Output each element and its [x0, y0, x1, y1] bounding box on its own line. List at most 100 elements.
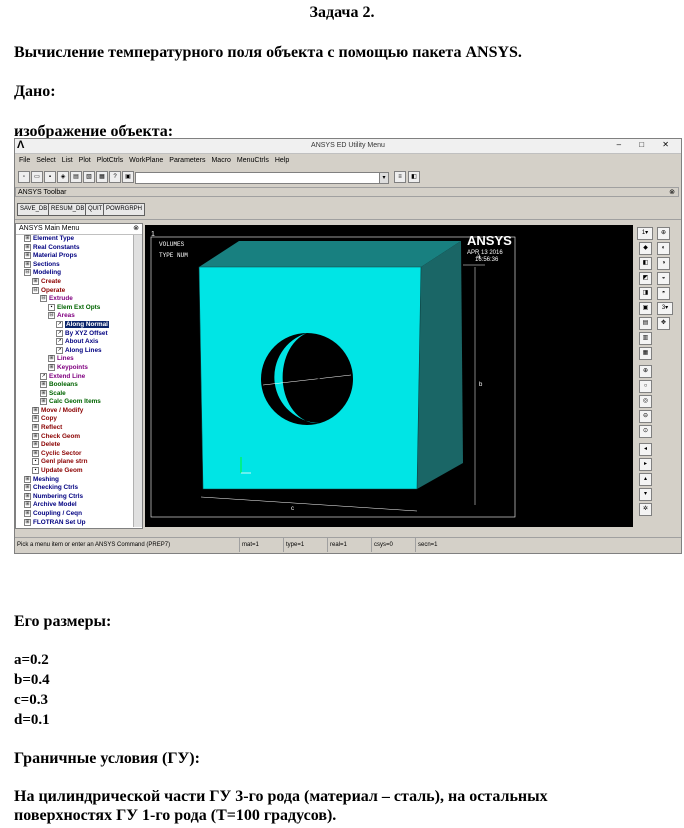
expand-icon[interactable]: ⊞: [40, 389, 47, 397]
expand-icon[interactable]: ⊞: [32, 432, 39, 440]
main-menu-item[interactable]: ↗ By XYZ Offset: [16, 329, 142, 339]
command-icon[interactable]: ▪: [32, 467, 39, 475]
print-icon[interactable]: ▤: [70, 171, 82, 183]
expand-icon[interactable]: ⊞: [24, 518, 31, 526]
main-menu-item[interactable]: ⊞ Real Constants: [16, 243, 142, 253]
expand-icon[interactable]: ⊞: [48, 363, 55, 371]
box-view-icon[interactable]: ▣: [639, 302, 652, 315]
main-menu-item[interactable]: ↗ Along Normal: [16, 320, 142, 330]
main-menu-item[interactable]: ⊞ Keypoints: [16, 363, 142, 373]
zoom-in-icon[interactable]: ⊕: [639, 365, 652, 378]
menu-workplane[interactable]: WorkPlane: [129, 155, 163, 167]
main-menu-item[interactable]: ↗ Along Lines: [16, 346, 142, 356]
collapse-icon[interactable]: ⊟: [40, 295, 47, 303]
resume-db-button[interactable]: RESUM_DB: [48, 203, 88, 216]
toolbar-editor-icon[interactable]: ≡: [394, 171, 406, 183]
window-controls[interactable]: ‒ □ ✕: [617, 140, 677, 149]
menu-select[interactable]: Select: [36, 155, 55, 167]
main-menu-item[interactable]: ⊞ Calc Geom Items: [16, 398, 142, 407]
graphics-window[interactable]: 1 VOLUMES TYPE NUM ANSYS APR 13 2016 16:…: [145, 225, 633, 527]
expand-icon[interactable]: ⊞: [24, 492, 31, 500]
expand-icon[interactable]: ⊞: [32, 424, 39, 432]
expand-icon[interactable]: ⊞: [40, 398, 47, 406]
collapse-icon[interactable]: ⊟: [24, 269, 31, 277]
main-menu-item[interactable]: ▪ Elem Ext Opts: [16, 303, 142, 313]
view-down-icon[interactable]: ▤: [639, 317, 652, 330]
open-folder-icon[interactable]: ▭: [31, 171, 43, 183]
main-menu-item[interactable]: ⊞ Create: [16, 277, 142, 287]
main-menu-item[interactable]: ⊞ Booleans: [16, 381, 142, 390]
zoom-out-icon[interactable]: ⊖: [639, 410, 652, 423]
command-icon[interactable]: ▪: [48, 303, 55, 311]
expand-icon[interactable]: ⊞: [24, 260, 31, 268]
menu-list[interactable]: List: [62, 155, 73, 167]
view-settings-icon[interactable]: ⊕: [657, 227, 670, 240]
main-menu-item[interactable]: ⊟ Operate: [16, 286, 142, 296]
back-view-icon[interactable]: ◑: [657, 257, 670, 270]
expand-icon[interactable]: ⊞: [24, 475, 31, 483]
rotate-left-icon[interactable]: ◂: [639, 443, 652, 456]
main-menu-item[interactable]: ⊞ Delete: [16, 441, 142, 450]
zoom-icon[interactable]: ○: [639, 380, 652, 393]
main-menu-item[interactable]: ⊞ Copy: [16, 415, 142, 424]
capture-icon[interactable]: ▣: [122, 171, 134, 183]
command-input[interactable]: ▾: [135, 172, 389, 184]
expand-icon[interactable]: ⊞: [40, 381, 47, 389]
main-menu-item[interactable]: ⊞ Element Type: [16, 235, 142, 244]
command-icon[interactable]: ▪: [32, 458, 39, 466]
collapse-icon[interactable]: ⊟: [48, 312, 55, 320]
main-menu-item[interactable]: ⊟ Extrude: [16, 295, 142, 304]
expand-icon[interactable]: ⊞: [32, 406, 39, 414]
collapse-toolbar-icon[interactable]: ⊗: [669, 188, 675, 198]
iso-view-icon[interactable]: ◆: [639, 242, 652, 255]
layout-icon[interactable]: ▥: [639, 332, 652, 345]
expand-icon[interactable]: ⊞: [24, 235, 31, 242]
expand-icon[interactable]: ⊞: [32, 277, 39, 285]
menu-menuctrls[interactable]: MenuCtrls: [237, 155, 269, 167]
top-view-icon[interactable]: ◩: [639, 272, 652, 285]
main-menu-item[interactable]: ⊞ Lines: [16, 355, 142, 364]
contact-manager-icon[interactable]: ◧: [408, 171, 420, 183]
command-icon[interactable]: ↗: [40, 372, 47, 380]
front-view-icon[interactable]: ◧: [639, 257, 652, 270]
menu-help[interactable]: Help: [275, 155, 289, 167]
left-view-icon[interactable]: ◓: [657, 287, 670, 300]
save-db-button[interactable]: SAVE_DB: [17, 203, 51, 216]
oblique-view-icon[interactable]: ◐: [657, 242, 670, 255]
expand-icon[interactable]: ⊞: [32, 415, 39, 423]
expand-icon[interactable]: ⊞: [24, 501, 31, 509]
main-menu-item[interactable]: ⊞ Check Geom: [16, 432, 142, 442]
right-view-icon[interactable]: ◨: [639, 287, 652, 300]
main-menu-item[interactable]: ⊞ Meshing: [16, 475, 142, 485]
help-icon[interactable]: ?: [109, 171, 121, 183]
expand-icon[interactable]: ⊞: [24, 510, 31, 517]
main-menu-item[interactable]: ▪ Genl plane strn: [16, 458, 142, 467]
command-icon[interactable]: ↗: [56, 320, 63, 328]
dynamic-mode-icon[interactable]: ✲: [639, 503, 652, 516]
main-menu-item[interactable]: ⊟ Modeling: [16, 269, 142, 278]
main-menu-item[interactable]: ⊞ FLOTRAN Set Up: [16, 518, 142, 528]
zoom-back-icon[interactable]: ⊙: [639, 425, 652, 438]
view-select[interactable]: 1▾: [637, 227, 653, 240]
zoom-box-icon[interactable]: ◎: [639, 395, 652, 408]
collapse-menu-icon[interactable]: ⊗: [133, 224, 139, 234]
command-icon[interactable]: ↗: [56, 338, 63, 346]
save-icon[interactable]: ▪: [44, 171, 56, 183]
menu-plot[interactable]: Plot: [79, 155, 91, 167]
main-menu-item[interactable]: ⊞ Material Props: [16, 252, 142, 261]
expand-icon[interactable]: ⊞: [24, 243, 31, 251]
collapse-icon[interactable]: ⊟: [32, 286, 39, 294]
main-menu-item[interactable]: ⊞ Checking Ctrls: [16, 484, 142, 493]
expand-icon[interactable]: ⊞: [24, 252, 31, 260]
main-menu-item[interactable]: ⊞ Numbering Ctrls: [16, 492, 142, 502]
pan-zoom-icon[interactable]: ◈: [57, 171, 69, 183]
pan-icon[interactable]: ✥: [657, 317, 670, 330]
main-menu-item[interactable]: ⊞ Reflect: [16, 424, 142, 433]
expand-icon[interactable]: ⊞: [24, 484, 31, 492]
main-menu-item[interactable]: ⊞ Move / Modify: [16, 406, 142, 416]
grid-icon[interactable]: ▦: [639, 347, 652, 360]
menu-macro[interactable]: Macro: [211, 155, 230, 167]
main-menu-item[interactable]: ⊞ Sections: [16, 260, 142, 270]
rotate-down-icon[interactable]: ▾: [639, 488, 652, 501]
plot-icon[interactable]: ▦: [96, 171, 108, 183]
